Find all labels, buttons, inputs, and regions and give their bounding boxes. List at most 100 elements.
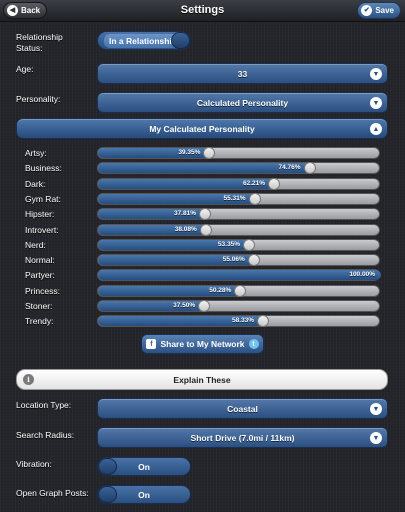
twitter-icon: t: [248, 339, 259, 349]
trait-slider[interactable]: 53.35%: [97, 238, 380, 251]
header-bar: ◀ Back Settings ✔ Save: [0, 0, 405, 22]
trait-slider[interactable]: 39.35%: [97, 147, 380, 159]
slider-handle[interactable]: [247, 254, 260, 267]
trait-percentage: 50.28%: [209, 286, 232, 294]
save-button[interactable]: ✔ Save: [357, 2, 401, 19]
chevron-up-icon: ▲: [370, 123, 382, 135]
trait-slider-fill: 55.31%: [98, 192, 261, 205]
trait-slider[interactable]: 55.31%: [97, 192, 380, 205]
save-button-label: Save: [375, 6, 394, 15]
trait-slider[interactable]: 37.81%: [97, 208, 380, 221]
trait-percentage: 58.33%: [232, 317, 255, 325]
personality-select[interactable]: Calculated Personality ▼: [97, 92, 388, 113]
trait-percentage: 39.35%: [178, 149, 201, 156]
trait-percentage: 55.31%: [223, 194, 246, 202]
trait-percentage: 38.08%: [174, 225, 197, 233]
page-title: Settings: [180, 4, 225, 16]
open-graph-value: On: [138, 489, 150, 500]
slider-handle[interactable]: [198, 300, 211, 312]
open-graph-toggle[interactable]: On: [97, 485, 191, 504]
trait-slider-fill: 39.35%: [98, 147, 216, 159]
search-radius-value: Short Drive (7.0mi / 11km): [190, 432, 295, 443]
explain-button-label: Explain These: [173, 374, 231, 385]
age-select[interactable]: 33 ▼: [97, 63, 388, 84]
share-button-label: Share to My Network: [160, 339, 245, 349]
chevron-down-icon: ▼: [370, 68, 382, 80]
personality-label: Personality:: [16, 94, 61, 104]
checkmark-icon: ✔: [361, 5, 373, 16]
my-calculated-personality-collapsible[interactable]: My Calculated Personality ▲: [16, 118, 388, 139]
trait-slider[interactable]: 55.06%: [97, 254, 380, 267]
trait-slider[interactable]: 38.08%: [97, 223, 380, 236]
trait-slider-fill: 55.06%: [98, 254, 260, 267]
trait-label: Princess:: [25, 285, 60, 296]
open-graph-label: Open Graph Posts:: [16, 488, 89, 498]
trait-label: Partyer:: [25, 270, 55, 281]
chevron-down-icon: ▼: [370, 97, 382, 109]
trait-slider-fill: 58.33%: [98, 315, 270, 328]
slider-handle[interactable]: [203, 147, 216, 159]
trait-slider-fill: 53.35%: [98, 238, 255, 251]
trait-label: Nerd:: [25, 239, 46, 250]
trait-label: Artsy:: [25, 148, 47, 158]
trait-label: Dark:: [25, 178, 46, 189]
trait-percentage: 74.76%: [278, 164, 301, 172]
vibration-label: Vibration:: [16, 459, 52, 469]
slider-handle[interactable]: [199, 208, 211, 221]
location-type-select[interactable]: Coastal ▼: [97, 398, 388, 419]
slider-handle[interactable]: [303, 162, 316, 175]
trait-percentage: 62.21%: [243, 179, 266, 187]
search-radius-label: Search Radius:: [16, 430, 75, 440]
info-icon: i: [23, 374, 34, 385]
slider-handle[interactable]: [234, 284, 247, 297]
toggle-knob: [171, 32, 190, 49]
trait-slider-fill: 37.81%: [98, 208, 211, 221]
trait-slider[interactable]: 62.21%: [97, 177, 380, 190]
slider-handle[interactable]: [248, 192, 261, 205]
trait-label: Stoner:: [25, 301, 53, 311]
trait-percentage: 37.50%: [173, 302, 196, 309]
trait-slider-fill: 38.08%: [98, 223, 212, 236]
trait-label: Hipster:: [25, 209, 55, 220]
chevron-down-icon: ▼: [370, 403, 382, 415]
trait-slider[interactable]: 37.50%: [97, 300, 380, 312]
trait-slider-fill: 74.76%: [98, 162, 316, 175]
slider-handle[interactable]: [268, 177, 281, 190]
slider-handle[interactable]: [257, 315, 270, 328]
slider-handle[interactable]: [242, 238, 255, 251]
chevron-down-icon: ▼: [370, 432, 382, 444]
personality-value: Calculated Personality: [196, 97, 289, 108]
age-label: Age:: [16, 64, 34, 74]
trait-label: Introvert:: [25, 224, 59, 235]
trait-label: Business:: [25, 163, 62, 174]
trait-slider[interactable]: 100.00%: [97, 269, 381, 282]
location-type-label: Location Type:: [16, 400, 72, 410]
relationship-status-label: Relationship Status:: [16, 32, 63, 53]
trait-slider[interactable]: 50.28%: [97, 284, 380, 297]
trait-label: Trendy:: [25, 316, 54, 327]
search-radius-select[interactable]: Short Drive (7.0mi / 11km) ▼: [97, 427, 388, 448]
trait-percentage: 53.35%: [217, 240, 240, 248]
relationship-status-toggle[interactable]: In a Relationship: [97, 31, 191, 50]
location-type-value: Coastal: [227, 403, 258, 414]
trait-slider[interactable]: 58.33%: [97, 315, 380, 328]
trait-label: Normal:: [25, 255, 55, 266]
facebook-icon: f: [146, 339, 157, 349]
trait-slider-fill: 62.21%: [98, 177, 281, 190]
trait-slider[interactable]: 74.76%: [97, 162, 380, 175]
slider-handle[interactable]: [199, 223, 212, 236]
trait-percentage: 55.06%: [222, 256, 245, 264]
trait-label: Gym Rat:: [25, 193, 61, 204]
collapsible-title: My Calculated Personality: [149, 123, 255, 134]
toggle-knob: [98, 486, 117, 503]
vibration-value: On: [138, 461, 150, 472]
trait-percentage: 37.81%: [173, 210, 196, 218]
toggle-knob: [98, 458, 117, 475]
trait-percentage: 100.00%: [349, 271, 375, 279]
trait-slider-fill: 37.50%: [98, 300, 211, 312]
trait-slider-fill: 100.00%: [98, 270, 381, 281]
share-to-network-button[interactable]: f Share to My Network t: [141, 334, 264, 354]
trait-slider-fill: 50.28%: [98, 284, 247, 297]
explain-these-button[interactable]: i Explain These: [16, 369, 388, 390]
vibration-toggle[interactable]: On: [97, 457, 191, 476]
